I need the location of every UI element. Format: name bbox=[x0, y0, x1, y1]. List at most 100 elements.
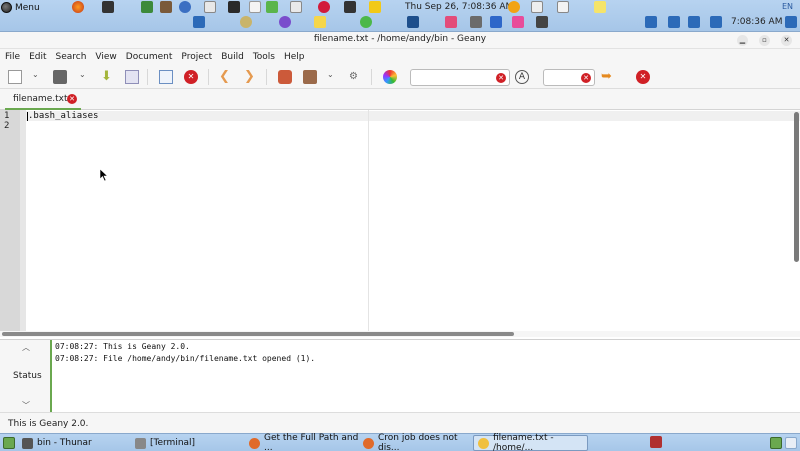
panel-clock-short[interactable]: 7:08:36 AM bbox=[731, 17, 782, 27]
long-line-marker bbox=[368, 110, 369, 332]
maximize-button[interactable]: ▫ bbox=[759, 35, 770, 46]
build-icon[interactable] bbox=[303, 70, 317, 84]
minimize-button[interactable]: ▁ bbox=[737, 35, 748, 46]
compile-icon[interactable] bbox=[278, 70, 292, 84]
chevron-down-icon[interactable]: ﹀ bbox=[22, 400, 30, 411]
save-icon[interactable]: ⬇ bbox=[101, 70, 115, 84]
top-panel: Menu Thu Sep 26, 7:08:36 AM EN 7:08:36 A… bbox=[0, 0, 800, 32]
task-terminal[interactable]: [Terminal] bbox=[131, 435, 243, 451]
clear-goto-icon[interactable]: ✕ bbox=[581, 73, 591, 83]
media-launcher-icon[interactable] bbox=[279, 16, 291, 28]
task-geany[interactable]: filename.txt - /home/... bbox=[473, 433, 588, 451]
screen-launcher-icon[interactable] bbox=[531, 1, 543, 13]
apply-launcher-icon[interactable] bbox=[266, 1, 278, 13]
revert-icon[interactable] bbox=[159, 70, 173, 84]
save-all-icon[interactable] bbox=[125, 70, 139, 84]
keyboard-layout-indicator[interactable]: EN bbox=[782, 2, 793, 11]
disk-launcher-icon[interactable] bbox=[240, 16, 252, 28]
panel-clock[interactable]: Thu Sep 26, 7:08:36 AM bbox=[405, 2, 513, 12]
editor-area[interactable]: 1 2 .bash_aliases bbox=[0, 110, 800, 332]
close-tab-icon[interactable]: ✕ bbox=[67, 94, 77, 104]
navigate-forward-icon[interactable]: ❯ bbox=[244, 70, 258, 84]
browser-launcher-icon[interactable] bbox=[179, 1, 191, 13]
workspace-2-icon[interactable] bbox=[785, 437, 797, 449]
notes-launcher-icon[interactable] bbox=[160, 1, 172, 13]
execute-icon[interactable]: ⚙ bbox=[349, 70, 363, 84]
app-launcher-icon[interactable] bbox=[407, 16, 419, 28]
current-line-highlight bbox=[26, 111, 800, 121]
message-panel: ︿ Status ﹀ 07:08:27: This is Geany 2.0. … bbox=[0, 339, 800, 413]
cat-launcher-icon[interactable] bbox=[536, 16, 548, 28]
vertical-scrollbar[interactable] bbox=[794, 112, 799, 262]
status-messages[interactable]: 07:08:27: This is Geany 2.0. 07:08:27: F… bbox=[50, 340, 800, 413]
volume-icon[interactable] bbox=[668, 16, 680, 28]
terminal-launcher-icon[interactable] bbox=[228, 1, 240, 13]
network-icon[interactable] bbox=[645, 16, 657, 28]
color-chooser-icon[interactable] bbox=[383, 70, 397, 84]
show-desktop-icon[interactable] bbox=[3, 437, 15, 449]
task-thunar[interactable]: bin - Thunar bbox=[18, 435, 130, 451]
menu-view[interactable]: View bbox=[95, 52, 116, 62]
chat-launcher-icon[interactable] bbox=[360, 16, 372, 28]
menu-search[interactable]: Search bbox=[56, 52, 87, 62]
quit-icon[interactable]: ✕ bbox=[636, 70, 650, 84]
find-icon[interactable]: A bbox=[515, 70, 529, 84]
navigate-back-icon[interactable]: ❮ bbox=[219, 70, 233, 84]
red-launcher-icon[interactable] bbox=[318, 1, 330, 13]
new-file-icon[interactable] bbox=[8, 70, 22, 84]
task-label: bin - Thunar bbox=[37, 438, 92, 448]
face-launcher-icon[interactable] bbox=[314, 16, 326, 28]
gray-launcher-icon[interactable] bbox=[470, 16, 482, 28]
search-input[interactable]: ✕ bbox=[410, 69, 510, 86]
menu-button[interactable]: Menu bbox=[1, 1, 40, 14]
tag-launcher-icon[interactable] bbox=[512, 16, 524, 28]
status-message: 07:08:27: This is Geany 2.0. bbox=[55, 342, 190, 351]
goto-line-input[interactable]: ✕ bbox=[543, 69, 595, 86]
note-launcher-icon[interactable] bbox=[594, 1, 606, 13]
menu-file[interactable]: File bbox=[5, 52, 20, 62]
tab-filename-txt[interactable]: filename.txt ✕ bbox=[5, 89, 81, 110]
code-line[interactable]: .bash_aliases bbox=[28, 111, 98, 121]
line-number: 2 bbox=[4, 121, 10, 131]
recent-files-chevron-icon[interactable]: ⌄ bbox=[79, 70, 93, 84]
horizontal-scrollbar[interactable] bbox=[2, 332, 514, 336]
chevron-up-icon[interactable]: ︿ bbox=[22, 342, 30, 353]
file-launcher-icon[interactable] bbox=[290, 1, 302, 13]
notifications-icon[interactable] bbox=[785, 16, 797, 28]
tray-app-icon[interactable] bbox=[650, 436, 662, 448]
bluetooth-icon[interactable] bbox=[688, 16, 700, 28]
menu-document[interactable]: Document bbox=[126, 52, 173, 62]
fold-margin[interactable] bbox=[20, 110, 26, 332]
menu-help[interactable]: Help bbox=[284, 52, 305, 62]
heart-launcher-icon[interactable] bbox=[557, 1, 569, 13]
docs-launcher-icon[interactable] bbox=[193, 16, 205, 28]
close-window-button[interactable]: ✕ bbox=[781, 35, 792, 46]
window-launcher-icon[interactable] bbox=[490, 16, 502, 28]
text-editor-launcher-icon[interactable] bbox=[249, 1, 261, 13]
tab-bar: filename.txt ✕ bbox=[0, 89, 800, 110]
status-tab[interactable]: ︿ Status ﹀ bbox=[0, 340, 50, 413]
power-icon[interactable] bbox=[508, 1, 520, 13]
workspace-1-icon[interactable] bbox=[770, 437, 782, 449]
menu-project[interactable]: Project bbox=[181, 52, 212, 62]
title-bar[interactable]: filename.txt - /home/andy/bin - Geany ▁ … bbox=[0, 32, 800, 49]
installer-launcher-icon[interactable] bbox=[141, 1, 153, 13]
menu-tools[interactable]: Tools bbox=[253, 52, 275, 62]
task-firefox-1[interactable]: Get the Full Path and ... bbox=[245, 433, 359, 451]
document-launcher-icon[interactable] bbox=[204, 1, 216, 13]
clear-search-icon[interactable]: ✕ bbox=[496, 73, 506, 83]
close-file-icon[interactable]: ✕ bbox=[184, 70, 198, 84]
system-monitor-launcher-icon[interactable] bbox=[344, 1, 356, 13]
firefox-launcher-icon[interactable] bbox=[72, 1, 84, 13]
jump-to-line-icon[interactable]: ➥ bbox=[601, 70, 615, 84]
task-firefox-2[interactable]: Cron job does not dis... bbox=[359, 433, 473, 451]
yellow-launcher-icon[interactable] bbox=[369, 1, 381, 13]
menu-edit[interactable]: Edit bbox=[29, 52, 46, 62]
build-chevron-icon[interactable]: ⌄ bbox=[327, 70, 341, 84]
open-file-icon[interactable] bbox=[53, 70, 67, 84]
book-launcher-icon[interactable] bbox=[102, 1, 114, 13]
menu-build[interactable]: Build bbox=[221, 52, 244, 62]
pink-launcher-icon[interactable] bbox=[445, 16, 457, 28]
new-from-template-chevron-icon[interactable]: ⌄ bbox=[32, 70, 46, 84]
updates-icon[interactable] bbox=[710, 16, 722, 28]
